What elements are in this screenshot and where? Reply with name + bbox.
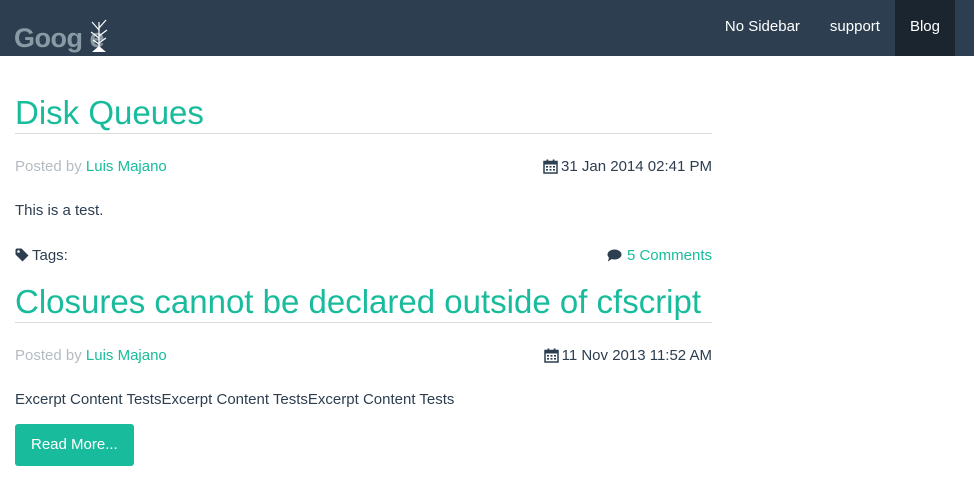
tags-label: Tags: <box>32 246 68 264</box>
author-link[interactable]: Luis Majano <box>86 158 167 175</box>
author-link[interactable]: Luis Majano <box>86 347 167 364</box>
post-date: 11 Nov 2013 11:52 AM <box>543 346 712 364</box>
post-tags: Tags: <box>15 247 68 264</box>
post-excerpt: Excerpt Content TestsExcerpt Content Tes… <box>15 391 455 408</box>
comment-icon <box>607 249 622 261</box>
calendar-icon <box>543 159 558 174</box>
calendar-icon <box>543 348 559 363</box>
read-more-wrap: Read More... <box>15 424 712 466</box>
posted-by: Posted by Luis Majano <box>15 158 167 175</box>
post-excerpt: This is a test. <box>15 202 104 219</box>
post-title-link[interactable]: Disk Queues <box>15 93 712 134</box>
read-more-button[interactable]: Read More... <box>15 424 134 466</box>
posted-by-prefix: Posted by <box>15 157 82 175</box>
nav-support[interactable]: support <box>815 0 895 56</box>
post-date-text: 11 Nov 2013 11:52 AM <box>561 346 712 364</box>
main-nav: No Sidebar support Blog <box>710 0 955 56</box>
blog-post: Disk Queues Posted by Luis Majano 31 Jan <box>15 93 712 266</box>
posted-by-prefix: Posted by <box>15 346 82 364</box>
post-meta: Posted by Luis Majano 11 Nov 2013 11:52 … <box>15 344 712 366</box>
nav-no-sidebar[interactable]: No Sidebar <box>710 0 815 56</box>
post-meta: Posted by Luis Majano 31 Jan 2014 02:41 … <box>15 155 712 177</box>
posted-by: Posted by Luis Majano <box>15 347 167 364</box>
post-date: 31 Jan 2014 02:41 PM <box>543 158 712 175</box>
post-footer: Tags: 5 Comments <box>15 244 712 266</box>
post-date-text: 31 Jan 2014 02:41 PM <box>561 157 712 175</box>
nav-blog[interactable]: Blog <box>894 0 955 56</box>
tag-icon <box>15 248 29 262</box>
site-logo[interactable]: Goog e <box>14 14 114 54</box>
blog-post: Closures cannot be declared outside of c… <box>15 282 712 466</box>
post-title-link[interactable]: Closures cannot be declared outside of c… <box>15 282 712 323</box>
navbar: Goog e No Sidebar support Blog <box>0 0 974 56</box>
comments-count: 5 Comments <box>626 246 712 264</box>
logo-tree-icon <box>90 19 108 52</box>
comments-link[interactable]: 5 Comments <box>607 247 712 264</box>
